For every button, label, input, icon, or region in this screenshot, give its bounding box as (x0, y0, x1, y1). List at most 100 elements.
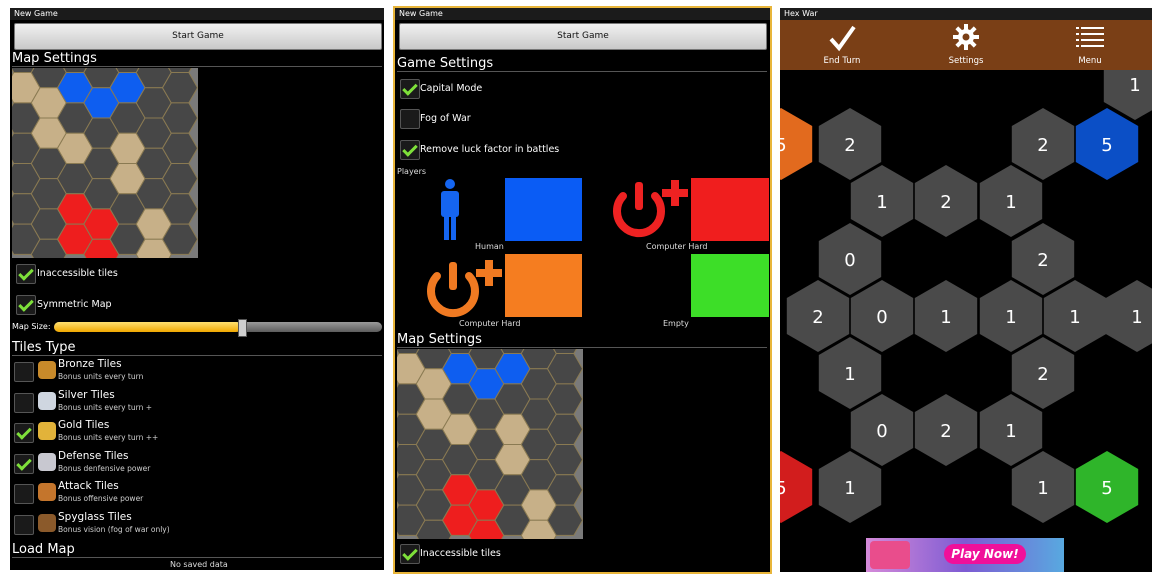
hex-unit-count: 1 (876, 192, 887, 213)
hex-unit-count: 1 (940, 307, 951, 328)
inaccessible-tiles-label: Inaccessible tiles (37, 268, 118, 279)
map-size-handle[interactable] (237, 319, 247, 337)
board-hex[interactable]: 2 (1011, 337, 1075, 409)
map-size-slider[interactable] (54, 319, 382, 337)
game-toolbar: End Turn Settings Menu (780, 20, 1152, 70)
capital-mode-checkbox[interactable] (400, 79, 420, 99)
start-game-button[interactable]: Start Game (14, 23, 382, 50)
tiles-type-heading: Tiles Type (12, 340, 76, 355)
hex-unit-count: 1 (1129, 75, 1140, 96)
window-title: New Game (395, 8, 770, 20)
power-plus-icon (427, 260, 502, 318)
hex-unit-count: 5 (780, 478, 787, 499)
hex-unit-count: 2 (940, 192, 951, 213)
hex-unit-count: 5 (1101, 135, 1112, 156)
board-hex[interactable]: 1 (979, 280, 1043, 352)
tile-description: Bonus units every turn (58, 372, 144, 381)
bronze-coins-icon (38, 361, 56, 379)
game-settings-heading: Game Settings (397, 56, 494, 71)
board-hex[interactable]: 0 (850, 280, 914, 352)
map-settings-heading: Map Settings (12, 51, 97, 66)
ad-play-now[interactable]: Play Now! (944, 544, 1026, 564)
player-color-human[interactable] (505, 178, 582, 241)
hex-unit-count: 2 (1037, 250, 1048, 271)
tile-checkbox[interactable] (14, 484, 34, 504)
power-plus-icon (613, 180, 688, 238)
board-hex[interactable]: 1 (850, 165, 914, 237)
tile-name: Spyglass Tiles (58, 510, 132, 523)
board-hex[interactable]: 1 (818, 337, 882, 409)
board-hex[interactable]: 5 (1075, 108, 1139, 180)
board-hex[interactable]: 1 (818, 451, 882, 523)
human-icon (441, 179, 459, 240)
tile-checkbox[interactable] (14, 453, 34, 474)
ad-logo (870, 541, 910, 569)
tile-checkbox[interactable] (14, 514, 34, 535)
hex-unit-count: 1 (844, 478, 855, 499)
symmetric-map-checkbox[interactable] (16, 295, 36, 315)
tile-checkbox[interactable] (14, 423, 34, 443)
hex-unit-count: 1 (844, 364, 855, 385)
fog-of-war-label: Fog of War (420, 113, 471, 124)
hex-unit-count: 1 (1005, 307, 1016, 328)
board-hex[interactable]: 1 (979, 165, 1043, 237)
tile-checkbox[interactable] (14, 362, 34, 382)
board-hex[interactable]: 1 (914, 280, 978, 352)
fog-of-war-checkbox[interactable] (400, 109, 420, 129)
divider (12, 355, 382, 356)
divider (397, 347, 767, 348)
board-hex[interactable]: 1 (1011, 451, 1075, 523)
player-color-computer-1[interactable] (691, 178, 769, 241)
board-hex[interactable]: 2 (1011, 108, 1075, 180)
hex-tile[interactable] (1105, 280, 1152, 352)
tile-description: Bonus denfensive power (58, 463, 151, 473)
hex-unit-count: 2 (1037, 364, 1048, 385)
shield-icon (38, 452, 56, 471)
tile-name: Gold Tiles (58, 419, 110, 431)
players-label: Players (397, 167, 427, 176)
hex-unit-count: 5 (1101, 478, 1112, 499)
board-hex[interactable]: 0 (850, 394, 914, 466)
board-hex[interactable]: 2 (818, 108, 882, 180)
board-hex[interactable]: 1 (1105, 280, 1152, 352)
board-hex[interactable]: 2 (1011, 223, 1075, 295)
player-type-label: Empty (663, 319, 689, 328)
remove-luck-checkbox[interactable] (400, 140, 420, 160)
menu-label: Menu (1078, 56, 1102, 66)
inaccessible-tiles-checkbox[interactable] (16, 264, 36, 284)
new-game-panel-left: New Game Start Game Map Settings Inacces… (10, 8, 384, 570)
map-preview[interactable] (12, 68, 198, 258)
silver-coins-icon (38, 391, 56, 410)
gear-icon (953, 24, 979, 50)
hex-unit-count: 0 (876, 421, 887, 442)
hex-unit-count: 0 (844, 250, 855, 271)
board-hex[interactable]: 5 (1075, 451, 1139, 523)
hex-unit-count: 2 (812, 307, 823, 328)
tile-description: Bonus units every turn ++ (58, 433, 159, 442)
hex-unit-count: 5 (780, 135, 787, 156)
player-color-computer-2[interactable] (505, 254, 582, 317)
board-hex[interactable]: 1 (979, 394, 1043, 466)
map-preview[interactable] (397, 349, 583, 539)
hex-unit-count: 2 (1037, 135, 1048, 156)
tile-checkbox[interactable] (14, 392, 34, 413)
board-hex[interactable]: 2 (914, 394, 978, 466)
game-board[interactable]: 1 5 2 2 5 1 2 1 0 2 2 0 1 1 1 1 1 2 0 2 1 5 1 1 5 (780, 70, 1152, 540)
ad-banner[interactable]: Play Now! (866, 538, 1064, 572)
board-hex[interactable]: 5 (780, 108, 813, 180)
player-color-empty[interactable] (691, 254, 769, 317)
spyglass-icon (38, 513, 56, 532)
start-game-button[interactable]: Start Game (399, 23, 767, 50)
board-hex[interactable]: 5 (780, 451, 813, 523)
divider (12, 557, 382, 558)
inaccessible-tiles-checkbox[interactable] (400, 544, 420, 564)
remove-luck-label: Remove luck factor in battles (420, 144, 560, 155)
board-hex[interactable]: 0 (818, 223, 882, 295)
board-hex[interactable]: 2 (786, 280, 850, 352)
symmetric-map-label: Symmetric Map (37, 299, 112, 310)
board-hex[interactable]: 1 (1043, 280, 1107, 352)
map-settings-heading: Map Settings (397, 332, 482, 347)
board-hex[interactable]: 2 (914, 165, 978, 237)
tile-name: Silver Tiles (58, 388, 115, 401)
tile-description: Bonus units every turn + (58, 402, 152, 412)
